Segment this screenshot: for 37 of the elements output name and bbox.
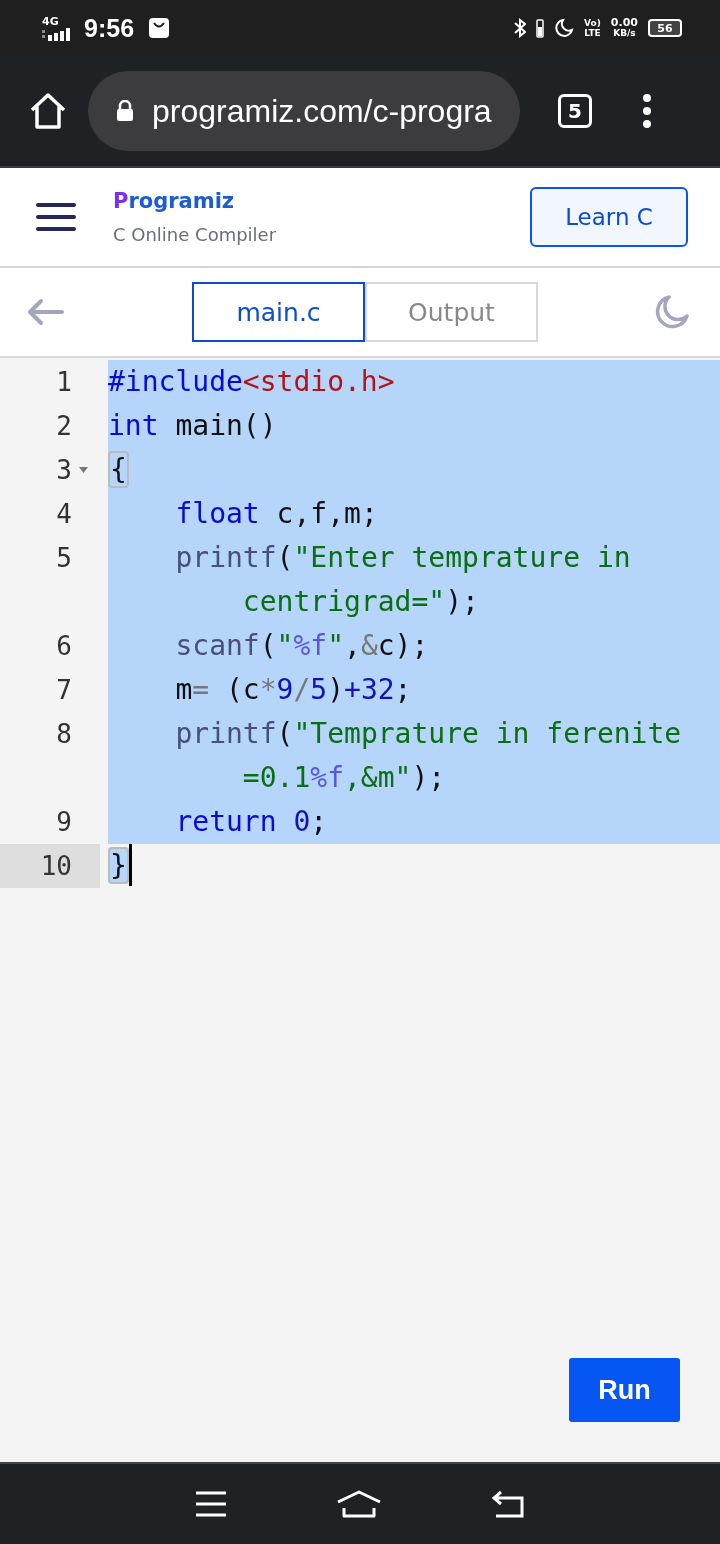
bluetooth-icon	[514, 18, 527, 38]
line-number: 6	[56, 630, 72, 663]
fold-caret-icon[interactable]	[78, 467, 88, 473]
battery-icon: 56	[648, 19, 682, 37]
data-speed: 0.00	[610, 18, 638, 28]
tab-count-button[interactable]: 5	[558, 94, 592, 128]
line-number: 5	[56, 542, 72, 575]
home-icon[interactable]	[28, 92, 68, 130]
battery-saver-icon	[536, 18, 545, 38]
file-tab[interactable]: Output	[365, 282, 538, 342]
run-button[interactable]: Run	[569, 1358, 680, 1422]
home-icon[interactable]	[336, 1490, 382, 1518]
clock-time: 9:56	[84, 13, 135, 43]
file-tab[interactable]: main.c	[192, 282, 365, 342]
lock-icon	[116, 100, 134, 122]
line-number: 2	[56, 410, 72, 443]
volte-label: Vo)	[584, 18, 601, 28]
network-type: 4G	[42, 15, 59, 27]
back-icon[interactable]	[491, 1490, 526, 1518]
learn-button[interactable]: Learn C	[530, 187, 688, 247]
line-number: 9	[56, 806, 72, 839]
line-number: 8	[56, 718, 72, 751]
line-number: 7	[56, 674, 72, 707]
page-subtitle: C Online Compiler	[113, 223, 278, 245]
line-number: 4	[56, 498, 72, 531]
lte-label: LTE	[584, 28, 601, 38]
bag-icon	[148, 17, 171, 39]
more-menu-icon[interactable]	[642, 93, 652, 129]
line-number: 3	[56, 454, 72, 487]
line-number: 10	[40, 850, 72, 883]
logo[interactable]: Programiz	[113, 189, 530, 212]
menu-icon[interactable]	[36, 202, 76, 232]
line-number: 1	[56, 366, 72, 399]
speed-unit: KB/s	[613, 28, 636, 38]
code-line: }	[108, 844, 720, 888]
address-bar[interactable]: programiz.com/c-progra	[88, 71, 520, 151]
moon-icon	[554, 18, 575, 38]
